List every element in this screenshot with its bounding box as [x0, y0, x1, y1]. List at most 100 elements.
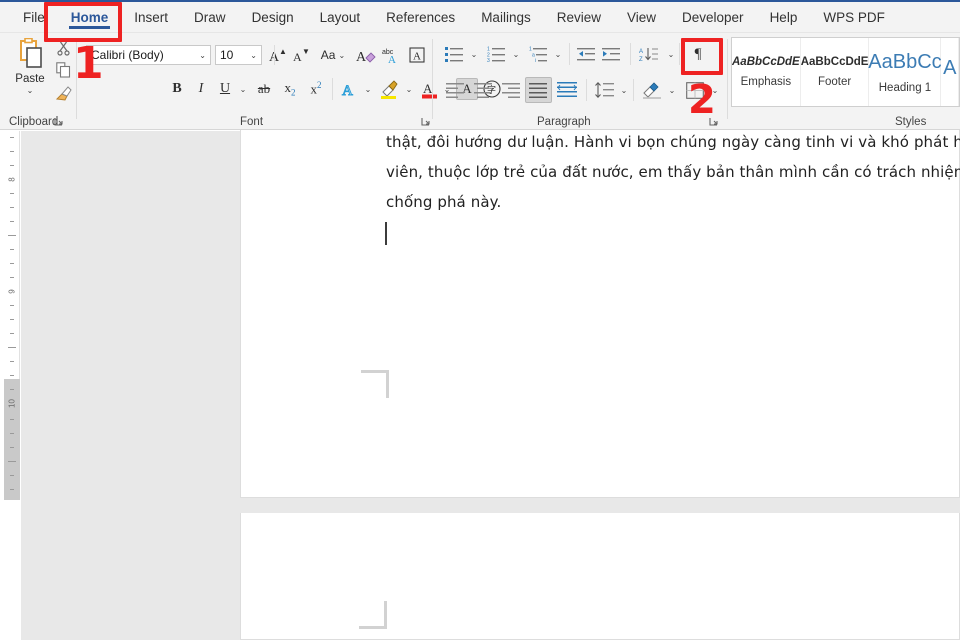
bullets-button[interactable] [442, 43, 466, 65]
multilevel-list-button[interactable]: 1 a i [526, 43, 550, 65]
svg-text:A: A [342, 83, 353, 98]
clear-formatting-button[interactable]: A [354, 45, 378, 65]
font-size-combo[interactable]: 10 ⌄ [215, 45, 262, 65]
spelling-check-button[interactable]: abc A [380, 45, 404, 65]
shrink-font-button[interactable]: A▼ [290, 45, 312, 65]
text-highlight-color-button[interactable] [377, 78, 401, 100]
sort-dropdown[interactable]: ⌄ [664, 43, 678, 65]
svg-text:A: A [423, 81, 433, 96]
decrease-indent-button[interactable] [574, 43, 598, 65]
numbering-dropdown[interactable]: ⌄ [509, 43, 523, 65]
chevron-down-icon[interactable]: ⌄ [250, 51, 261, 60]
group-label-styles: Styles [895, 116, 926, 128]
highlight-dropdown[interactable]: ⌄ [402, 78, 416, 100]
clipboard-icon [15, 38, 45, 72]
document-page-1[interactable]: thật, đôi hướng dư luận. Hành vi bọn chú… [240, 130, 960, 498]
chevron-down-icon[interactable]: ⌄ [338, 51, 345, 60]
italic-button[interactable]: I [190, 78, 212, 100]
tab-insert[interactable]: Insert [121, 2, 181, 33]
style-item[interactable]: A [941, 38, 959, 106]
annotation-number-1: 1 [73, 42, 104, 86]
vertical-ruler[interactable]: 8 9 10 [4, 131, 20, 500]
svg-text:A: A [639, 49, 643, 55]
document-text-line: thật, đôi hướng dư luận. Hành vi bọn chú… [386, 133, 960, 151]
bullets-dropdown[interactable]: ⌄ [467, 43, 481, 65]
tab-help[interactable]: Help [757, 2, 811, 33]
style-item-emphasis[interactable]: AaBbCcDdE Emphasis [732, 38, 801, 106]
increase-indent-button[interactable] [599, 43, 623, 65]
word-window: FileHomeInsertDrawDesignLayoutReferences… [0, 0, 960, 640]
font-name-combo[interactable]: Calibri (Body) ⌄ [86, 45, 211, 65]
tab-wps-pdf[interactable]: WPS PDF [810, 2, 898, 33]
ribbon-home: Paste ⌄ [0, 33, 960, 130]
character-border-button[interactable]: A [406, 45, 428, 65]
style-item-heading-1[interactable]: AaBbCcHeading 1 [869, 38, 941, 106]
format-painter-button[interactable] [52, 82, 74, 104]
chevron-down-icon[interactable]: ⌄ [199, 51, 210, 60]
align-right-button[interactable] [499, 79, 524, 101]
bold-button[interactable]: B [166, 78, 188, 100]
styles-gallery[interactable]: AaBbCcDdE Emphasis AaBbCcDdEFooterAaBbCcHe… [731, 37, 960, 107]
svg-text:3: 3 [487, 58, 490, 62]
align-center-button[interactable] [471, 79, 496, 101]
line-spacing-button[interactable] [591, 79, 616, 101]
svg-text:A: A [413, 51, 421, 63]
group-label-font: Font [240, 116, 263, 128]
svg-text:A: A [356, 50, 367, 64]
underline-dropdown[interactable]: ⌄ [236, 78, 250, 100]
document-page-2[interactable] [240, 513, 960, 640]
change-case-button[interactable]: Aa ⌄ [316, 45, 350, 65]
paste-label: Paste [15, 73, 44, 85]
style-name: Footer [818, 76, 851, 88]
superscript-button[interactable]: x2 [304, 78, 328, 100]
tab-design[interactable]: Design [239, 2, 307, 33]
shading-button[interactable] [639, 79, 664, 101]
ruler-number: 8 [8, 174, 17, 186]
style-item-footer[interactable]: AaBbCcDdEFooter [801, 38, 870, 106]
annotation-box-2 [681, 38, 723, 75]
document-workspace: thật, đôi hướng dư luận. Hành vi bọn chú… [21, 131, 960, 640]
tab-draw[interactable]: Draw [181, 2, 239, 33]
tab-references[interactable]: References [373, 2, 468, 33]
align-left-button[interactable] [443, 79, 468, 101]
sort-button[interactable]: A Z [636, 43, 662, 65]
numbering-button[interactable]: 1 2 3 [484, 43, 508, 65]
justify-button[interactable] [525, 77, 552, 103]
scissors-icon [56, 41, 71, 56]
svg-text:i: i [535, 58, 536, 62]
tab-mailings[interactable]: Mailings [468, 2, 544, 33]
tab-layout[interactable]: Layout [307, 2, 374, 33]
chevron-down-icon[interactable]: ⌄ [27, 87, 34, 95]
change-case-icon: Aa [321, 48, 336, 62]
svg-text:A: A [388, 54, 396, 64]
distributed-button[interactable] [554, 79, 579, 101]
margin-corner-marker [361, 370, 389, 398]
style-preview: AaBbCcDdE [732, 56, 800, 68]
clipboard-dialog-launcher[interactable] [54, 117, 64, 127]
text-effects-button[interactable]: A [338, 78, 360, 100]
shading-dropdown[interactable]: ⌄ [665, 79, 679, 101]
paste-button[interactable]: Paste ⌄ [7, 37, 53, 105]
tab-view[interactable]: View [614, 2, 669, 33]
document-text-line: chống phá này. [386, 193, 501, 211]
divider [432, 39, 433, 119]
tab-developer[interactable]: Developer [669, 2, 757, 33]
text-effects-dropdown[interactable]: ⌄ [361, 78, 375, 100]
grow-font-button[interactable]: A▲ [266, 45, 288, 65]
font-dialog-launcher[interactable] [421, 117, 431, 127]
ruler-number: 9 [8, 286, 17, 298]
group-font: Calibri (Body) ⌄ 10 ⌄ A▲ A▼ Aa ⌄ [78, 33, 430, 130]
svg-text:Z: Z [639, 57, 643, 63]
copy-button[interactable] [52, 60, 74, 80]
line-spacing-dropdown[interactable]: ⌄ [617, 79, 631, 101]
subscript-button[interactable]: x2 [278, 78, 302, 100]
underline-button[interactable]: U [214, 78, 236, 100]
multilevel-list-dropdown[interactable]: ⌄ [551, 43, 565, 65]
svg-text:▼: ▼ [302, 47, 310, 56]
tab-review[interactable]: Review [544, 2, 614, 33]
strikethrough-button[interactable]: ab [252, 78, 276, 100]
copy-icon [56, 62, 71, 78]
style-name: Heading 1 [879, 82, 931, 94]
font-name-value: Calibri (Body) [91, 48, 199, 62]
style-name: Emphasis [741, 76, 792, 88]
